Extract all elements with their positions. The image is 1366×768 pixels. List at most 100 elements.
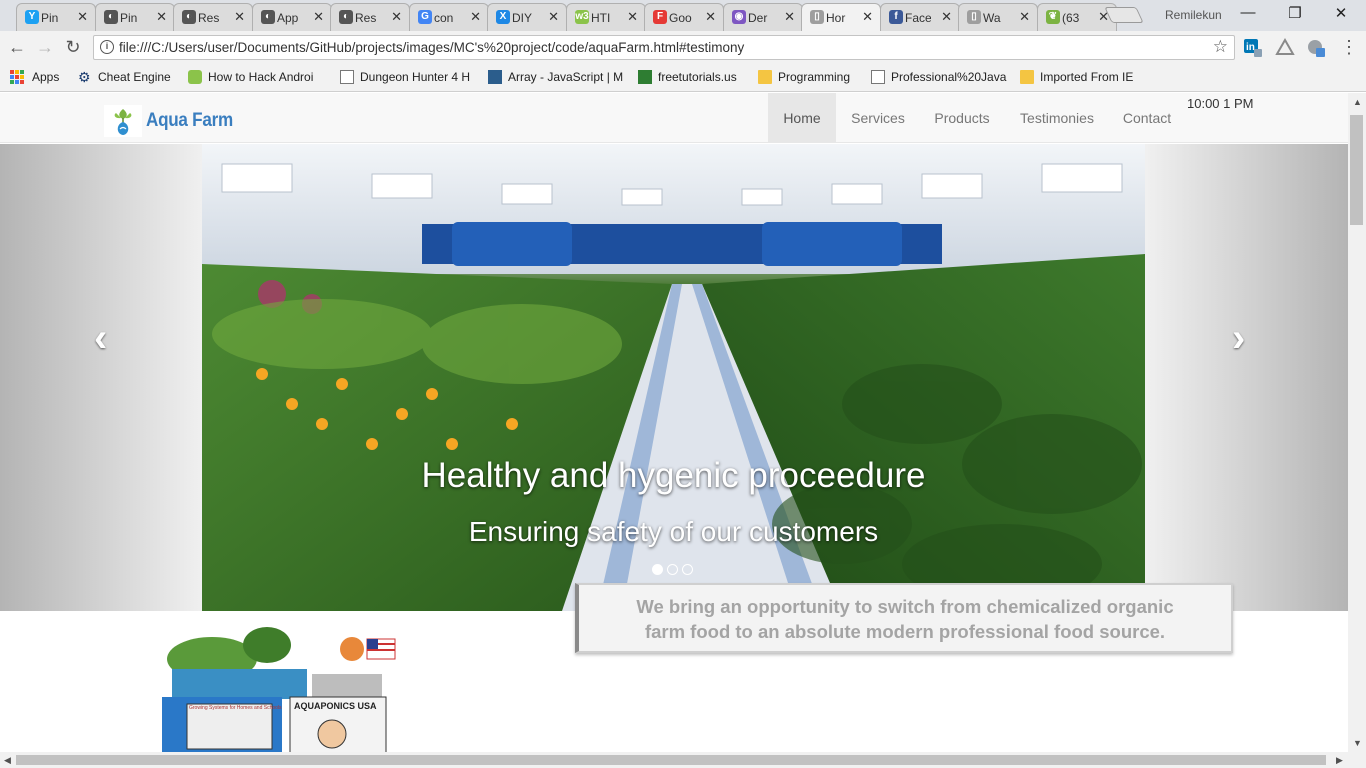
browser-tab[interactable]: ◐ Res ✕ (330, 3, 410, 31)
bookmark-programming[interactable]: Programming (758, 70, 850, 84)
browser-tab[interactable]: F Goo ✕ (644, 3, 724, 31)
profile-name[interactable]: Remilekun (1165, 8, 1222, 22)
promo-text-line-1: We bring an opportunity to switch from c… (636, 596, 1174, 617)
browser-menu-icon[interactable]: ⋮ (1340, 37, 1358, 58)
ftu-icon (638, 70, 652, 84)
nav-products[interactable]: Products (924, 93, 1000, 143)
android-icon (188, 70, 202, 84)
bookmark-cheat-engine[interactable]: ⚙ Cheat Engine (78, 70, 171, 84)
tab-close-icon[interactable]: ✕ (1019, 9, 1030, 25)
apps-grid-icon (10, 70, 24, 84)
site-brand[interactable]: Aqua Farm (104, 105, 243, 137)
new-tab-button[interactable] (1104, 7, 1144, 23)
browser-tab[interactable]: Y Pin ✕ (16, 3, 96, 31)
bookmark-hack-android[interactable]: How to Hack Androi (188, 70, 326, 84)
svg-text:AQUAPONICS USA: AQUAPONICS USA (294, 701, 377, 711)
browser-tab[interactable]: Gcon ✕ (409, 3, 489, 31)
nav-testimonies[interactable]: Testimonies (1010, 93, 1104, 143)
browser-tab[interactable]: ◐ Pin ✕ (95, 3, 175, 31)
browser-toolbar: ← → ↻ i ☆ (0, 31, 1366, 64)
carousel-indicator-dot[interactable] (652, 564, 663, 575)
tab-close-icon[interactable]: ✕ (77, 9, 88, 25)
tab-favicon-icon: G (418, 10, 432, 24)
bookmark-freetutorials[interactable]: freetutorials.us (638, 70, 737, 84)
carousel-prev-icon[interactable]: ‹ (94, 316, 107, 361)
forward-arrow-icon[interactable]: → (34, 37, 56, 58)
url-input[interactable] (119, 38, 1199, 57)
tab-label: DIY (512, 10, 533, 25)
browser-tab[interactable]: ◉ Der ✕ (723, 3, 803, 31)
tab-close-icon[interactable]: ✕ (941, 9, 952, 25)
horizontal-scrollbar[interactable]: ◀ ▶ (0, 752, 1366, 768)
bookmark-star-icon[interactable]: ☆ (1213, 37, 1228, 57)
tab-close-icon[interactable]: ✕ (313, 9, 324, 25)
promo-text-line-2: farm food to an absolute modern professi… (644, 621, 1166, 642)
browser-tab[interactable]: w3 HTI ✕ (566, 3, 646, 31)
tab-favicon-icon: w3 (575, 10, 589, 24)
tab-close-icon[interactable]: ✕ (391, 9, 402, 25)
close-window-icon[interactable]: ✕ (1326, 4, 1356, 22)
bookmarks-bar: Apps ⚙ Cheat Engine How to Hack Androi D… (0, 64, 1366, 92)
nav-contact[interactable]: Contact (1114, 93, 1180, 143)
tab-label: Res (198, 10, 220, 25)
vertical-scroll-thumb[interactable] (1350, 115, 1363, 225)
back-arrow-icon[interactable]: ← (6, 37, 28, 58)
tab-favicon-icon: F (653, 10, 667, 24)
browser-tab[interactable]: ▯ Hor ✕ (801, 3, 881, 31)
tab-label: HTI (591, 10, 611, 25)
bookmark-dungeon-hunter[interactable]: Dungeon Hunter 4 H (340, 70, 475, 84)
drive-extension-icon[interactable] (1275, 38, 1295, 58)
vertical-scrollbar[interactable]: ▲ ▼ (1348, 93, 1366, 752)
bookmark-imported-from-ie[interactable]: Imported From IE (1020, 70, 1133, 84)
svg-text:in: in (1246, 42, 1255, 53)
tab-label: Hor (826, 10, 846, 25)
bookmark-professional-java[interactable]: Professional%20Java (871, 70, 1007, 84)
tab-close-icon[interactable]: ✕ (470, 9, 481, 25)
address-bar[interactable]: i ☆ (93, 35, 1235, 60)
browser-tab[interactable]: ▯ Wa ✕ (958, 3, 1038, 31)
svg-text:Growing Systems for Homes and: Growing Systems for Homes and Schools (189, 705, 282, 711)
tab-close-icon[interactable]: ✕ (548, 9, 559, 25)
scroll-down-arrow-icon[interactable]: ▼ (1353, 738, 1362, 748)
restore-icon[interactable]: ❐ (1280, 4, 1310, 22)
tab-favicon-icon: ◐ (339, 10, 353, 24)
carousel-indicator-dot[interactable] (682, 564, 693, 575)
browser-tab[interactable]: X DIY ✕ (487, 3, 567, 31)
tab-close-icon[interactable]: ✕ (862, 9, 873, 25)
scroll-right-arrow-icon[interactable]: ▶ (1336, 755, 1343, 766)
tab-close-icon[interactable]: ✕ (234, 9, 245, 25)
clock-text: 10:00 1 PM (1187, 96, 1254, 111)
bookmark-array-javascript[interactable]: Array - JavaScript | M (488, 70, 623, 84)
tab-strip: Y Pin ✕ ◐ Pin ✕ ◐ Res ✕ ◐ App ✕ ◐ Res ✕ Gcon ✕ X DIY ✕ w3 HTI… (0, 0, 1366, 31)
page-icon (871, 70, 885, 84)
tab-close-icon[interactable]: ✕ (705, 9, 716, 25)
carousel-indicator-dot[interactable] (667, 564, 678, 575)
carousel-next-icon[interactable]: › (1232, 316, 1245, 361)
scroll-left-arrow-icon[interactable]: ◀ (4, 755, 11, 766)
site-info-icon[interactable]: i (100, 40, 114, 54)
tab-label: Face (905, 10, 931, 25)
tab-label: Der (748, 10, 768, 25)
tab-close-icon[interactable]: ✕ (784, 9, 795, 25)
minimize-icon[interactable]: — (1233, 4, 1263, 21)
browser-tab[interactable]: ◐ App ✕ (252, 3, 332, 31)
greenhouse-slide-image: Healthy and hygenic proceedure Ensuring … (202, 144, 1145, 611)
nav-home[interactable]: Home (768, 93, 836, 143)
carousel-subtitle: Ensuring safety of our customers (468, 516, 879, 547)
promo-box: We bring an opportunity to switch from c… (575, 583, 1233, 653)
folder-icon (758, 70, 772, 84)
tab-favicon-icon: ▯ (967, 10, 981, 24)
tab-close-icon[interactable]: ✕ (156, 9, 167, 25)
browser-tab[interactable]: ◐ Res ✕ (173, 3, 253, 31)
horizontal-scroll-thumb[interactable] (16, 755, 1326, 765)
extension-badge-icon[interactable] (1306, 38, 1326, 58)
reload-icon[interactable]: ↻ (62, 37, 84, 58)
browser-tab[interactable]: f Face ✕ (880, 3, 960, 31)
linkedin-extension-icon[interactable]: in (1243, 38, 1263, 58)
hero-carousel: Healthy and hygenic proceedure Ensuring … (0, 144, 1348, 611)
scroll-up-arrow-icon[interactable]: ▲ (1353, 97, 1362, 107)
aquaponics-truck-illustration: Growing Systems for Homes and Schools AQ… (162, 627, 396, 752)
nav-services[interactable]: Services (840, 93, 916, 143)
tab-close-icon[interactable]: ✕ (627, 9, 638, 25)
bookmark-apps[interactable]: Apps (10, 70, 59, 84)
